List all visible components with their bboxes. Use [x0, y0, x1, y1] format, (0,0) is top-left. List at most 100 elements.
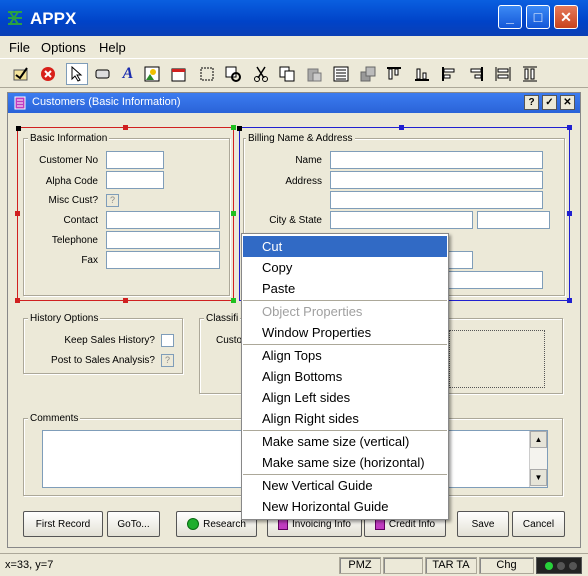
ctx-object-properties[interactable]: Object Properties — [243, 301, 447, 322]
cancel-icon[interactable] — [37, 63, 59, 85]
ctx-paste[interactable]: Paste — [243, 278, 447, 299]
billing-title: Billing Name & Address — [246, 133, 355, 144]
window-title: Customers (Basic Information) — [32, 96, 181, 108]
comments-scrollbar[interactable]: ▲ ▼ — [529, 431, 547, 487]
goto-button[interactable]: GoTo... — [107, 511, 160, 537]
ctx-window-properties[interactable]: Window Properties — [243, 322, 447, 343]
pointer-icon[interactable] — [66, 63, 88, 85]
help-button[interactable]: ? — [524, 95, 539, 110]
menu-options[interactable]: Options — [41, 40, 86, 55]
status-empty — [383, 557, 423, 574]
paste-icon[interactable] — [303, 63, 325, 85]
menu-file[interactable]: File — [9, 40, 30, 55]
image-tool-icon[interactable] — [141, 63, 163, 85]
save-button[interactable]: Save — [457, 511, 509, 537]
selection-handle[interactable] — [231, 211, 236, 216]
classification-title: Classifi — [204, 313, 241, 324]
list-icon[interactable] — [330, 63, 352, 85]
window-icon — [14, 96, 26, 110]
cut-icon[interactable] — [250, 63, 272, 85]
maximize-button[interactable]: □ — [526, 5, 550, 29]
menu-bar: File Options Help — [0, 37, 588, 57]
scroll-down-icon[interactable]: ▼ — [530, 469, 547, 486]
button-tool-icon[interactable] — [92, 63, 114, 85]
cursor-coordinates: x=33, y=7 — [5, 559, 54, 571]
address-field-1[interactable] — [330, 171, 543, 189]
ctx-align-right[interactable]: Align Right sides — [243, 408, 447, 429]
box-tool-icon[interactable] — [196, 63, 218, 85]
contact-field[interactable] — [106, 211, 220, 229]
align-bottom-icon[interactable] — [411, 63, 433, 85]
contact-label: Contact — [63, 215, 98, 226]
close-button[interactable]: ✕ — [554, 5, 578, 29]
keep-history-checkbox[interactable] — [161, 334, 174, 347]
window-close-button[interactable]: ✕ — [560, 95, 575, 110]
selection-handle[interactable] — [16, 126, 21, 131]
properties-icon[interactable] — [222, 63, 244, 85]
cancel-button[interactable]: Cancel — [512, 511, 565, 537]
ctx-new-horizontal-guide[interactable]: New Horizontal Guide — [243, 496, 447, 517]
customer-no-label: Customer No — [39, 155, 98, 166]
selection-handle[interactable] — [123, 298, 128, 303]
keep-history-label: Keep Sales History? — [64, 335, 155, 346]
cancel-label: Cancel — [522, 518, 555, 530]
selection-handle[interactable] — [567, 125, 572, 130]
telephone-label: Telephone — [51, 235, 98, 246]
align-left-icon[interactable] — [438, 63, 460, 85]
research-label: Research — [203, 518, 246, 530]
name-field[interactable] — [330, 151, 543, 169]
status-bar: x=33, y=7 PMZ TAR TA Chg — [0, 553, 588, 576]
selection-handle[interactable] — [399, 125, 404, 130]
misc-cust-checkbox[interactable]: ? — [106, 194, 119, 207]
status-lights — [536, 557, 582, 574]
layers-icon[interactable] — [357, 63, 379, 85]
ctx-align-left[interactable]: Align Left sides — [243, 387, 447, 408]
copy-icon[interactable] — [276, 63, 298, 85]
credit-label: Credit Info — [388, 518, 436, 530]
customer-no-field[interactable] — [106, 151, 164, 169]
save-label: Save — [471, 518, 495, 530]
ctx-align-bottoms[interactable]: Align Bottoms — [243, 366, 447, 387]
date-tool-icon[interactable] — [168, 63, 190, 85]
selection-handle[interactable] — [237, 126, 242, 131]
customer-class-label: Custo — [216, 335, 243, 346]
align-top-icon[interactable] — [383, 63, 405, 85]
selection-handle[interactable] — [15, 211, 20, 216]
status-tarta: TAR TA — [425, 557, 477, 574]
country-field[interactable] — [448, 271, 543, 289]
ctx-same-size-vertical[interactable]: Make same size (vertical) — [243, 431, 447, 452]
new-form-icon[interactable] — [10, 63, 32, 85]
address-field-2[interactable] — [330, 191, 543, 209]
ctx-same-size-horizontal[interactable]: Make same size (horizontal) — [243, 452, 447, 473]
selection-handle[interactable] — [567, 211, 572, 216]
toolbar: A — [0, 58, 588, 88]
zip-field[interactable] — [448, 251, 473, 269]
ctx-cut[interactable]: Cut — [243, 236, 447, 257]
scroll-up-icon[interactable]: ▲ — [530, 431, 547, 448]
invoicing-label: Invoicing Info — [292, 518, 351, 530]
ok-button[interactable]: ✓ — [542, 95, 557, 110]
state-field[interactable] — [477, 211, 550, 229]
first-record-button[interactable]: First Record — [23, 511, 103, 537]
telephone-field[interactable] — [106, 231, 220, 249]
align-right-icon[interactable] — [465, 63, 487, 85]
classification-box[interactable] — [449, 330, 545, 388]
selection-handle[interactable] — [567, 298, 572, 303]
ctx-copy[interactable]: Copy — [243, 257, 447, 278]
same-width-icon[interactable] — [492, 63, 514, 85]
selection-handle[interactable] — [123, 125, 128, 130]
same-height-icon[interactable] — [519, 63, 541, 85]
alpha-code-field[interactable] — [106, 171, 164, 189]
ctx-new-vertical-guide[interactable]: New Vertical Guide — [243, 475, 447, 496]
minimize-button[interactable]: _ — [498, 5, 522, 29]
selection-handle[interactable] — [231, 298, 236, 303]
text-tool-icon[interactable]: A — [117, 63, 139, 85]
ctx-align-tops[interactable]: Align Tops — [243, 345, 447, 366]
city-field[interactable] — [330, 211, 473, 229]
selection-handle[interactable] — [231, 125, 236, 130]
post-sales-checkbox[interactable]: ? — [161, 354, 174, 367]
status-pmz: PMZ — [339, 557, 381, 574]
selection-handle[interactable] — [15, 298, 20, 303]
fax-field[interactable] — [106, 251, 220, 269]
menu-help[interactable]: Help — [99, 40, 126, 55]
